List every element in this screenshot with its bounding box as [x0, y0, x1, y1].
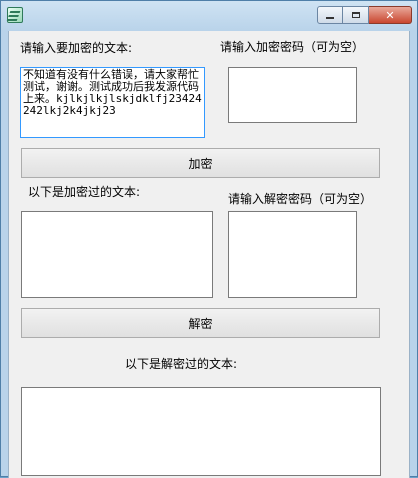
decrypted-output[interactable] — [22, 388, 380, 475]
client-area: 请输入要加密的文本: 请输入加密密码（可为空） 不知道有没有什么错误，请大家帮忙… — [8, 31, 410, 478]
decrypt-password-label: 请输入解密密码（可为空） — [228, 192, 373, 206]
plaintext-label: 请输入要加密的文本: — [20, 41, 133, 55]
title-bar[interactable]: ✕ — [1, 1, 417, 31]
decrypt-password-box — [228, 211, 357, 298]
app-window: ✕ 请输入要加密的文本: 请输入加密密码（可为空） 不知道有没有什么错误，请大家… — [0, 0, 418, 478]
ciphertext-input[interactable] — [22, 212, 212, 297]
window-controls: ✕ — [317, 6, 412, 24]
plaintext-input[interactable]: 不知道有没有什么错误，请大家帮忙测试，谢谢。测试成功后我发源代码上来。kjlkj… — [21, 68, 204, 137]
encrypt-password-box — [228, 67, 357, 123]
plaintext-input-box: 不知道有没有什么错误，请大家帮忙测试，谢谢。测试成功后我发源代码上来。kjlkj… — [20, 67, 205, 138]
encrypt-password-label: 请输入加密密码（可为空） — [220, 40, 365, 54]
close-button[interactable]: ✕ — [369, 6, 412, 24]
decrypted-output-box — [21, 387, 381, 476]
minimize-icon — [326, 16, 334, 19]
decrypt-button[interactable]: 解密 — [21, 308, 380, 338]
minimize-button[interactable] — [317, 6, 343, 24]
decrypt-password-input[interactable] — [229, 212, 356, 297]
close-icon: ✕ — [385, 8, 395, 22]
decrypted-output-label: 以下是解密过的文本: — [125, 357, 238, 371]
encrypt-password-input[interactable] — [229, 68, 356, 122]
ciphertext-box — [21, 211, 213, 298]
ciphertext-label: 以下是加密过的文本: — [28, 185, 141, 199]
maximize-button[interactable] — [343, 6, 369, 24]
encrypt-button[interactable]: 加密 — [21, 148, 380, 178]
maximize-icon — [351, 12, 360, 18]
app-icon[interactable] — [7, 7, 23, 23]
